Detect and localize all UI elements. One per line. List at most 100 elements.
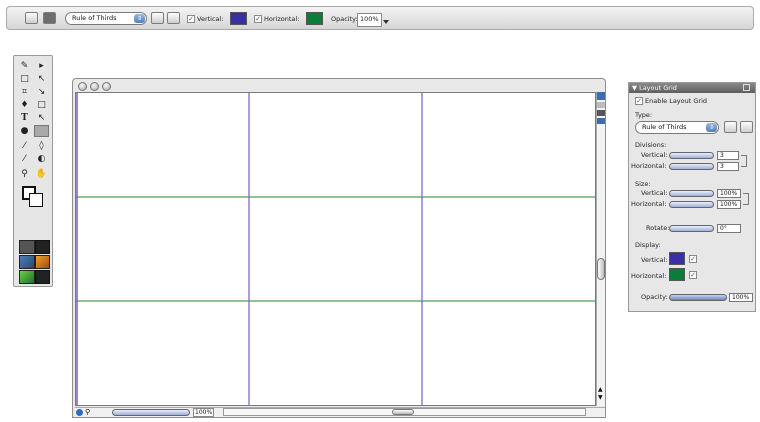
zoom-slider[interactable]: [112, 409, 190, 416]
enable-grid-checkbox[interactable]: ✓: [635, 97, 643, 105]
preset-select-value: Rule of Thirds: [72, 14, 117, 22]
panel-menu-icon[interactable]: [743, 84, 750, 91]
display-label: Display:: [635, 241, 661, 249]
display-vertical-checkbox[interactable]: ✓: [689, 255, 697, 263]
panel-opacity-slider[interactable]: [669, 294, 727, 301]
delete-preset-icon[interactable]: [167, 12, 180, 24]
size-vertical-label: Vertical:: [641, 189, 668, 197]
display-horizontal-checkbox[interactable]: ✓: [689, 271, 697, 279]
horizontal-scroll-thumb[interactable]: [392, 409, 414, 415]
opacity-label: Opacity:: [331, 15, 358, 23]
guides-toggle-icon[interactable]: [597, 110, 605, 116]
chevron-updown-icon: ⇕: [134, 14, 145, 23]
grid-options-icon[interactable]: [25, 12, 38, 24]
document-window: ▲ ▼ ⚲ 100%: [72, 78, 606, 418]
transform-tool-icon[interactable]: ↘: [34, 86, 49, 98]
vertical-scrollbar[interactable]: ▲ ▼: [596, 92, 605, 406]
eraser-tool-icon[interactable]: ◊: [34, 140, 49, 152]
size-horizontal-label: Horizontal:: [631, 200, 667, 208]
swap-colors-icon[interactable]: [35, 240, 50, 254]
eyedropper-tool-icon[interactable]: ⁄: [17, 153, 32, 165]
text-tool-icon[interactable]: T: [17, 112, 32, 124]
knife-tool-icon[interactable]: ♦: [17, 99, 32, 111]
close-window-icon[interactable]: [78, 82, 87, 91]
vertical-checkbox[interactable]: ✓: [187, 15, 195, 23]
save-preset-icon[interactable]: [151, 12, 164, 24]
horizontal-color-swatch[interactable]: [306, 12, 323, 25]
status-bar: ⚲ 100%: [75, 407, 605, 417]
display-vertical-swatch[interactable]: [669, 252, 685, 265]
divisions-horizontal-field[interactable]: 3: [717, 162, 739, 171]
rotate-slider[interactable]: [669, 225, 714, 232]
pen-tool-icon[interactable]: ✎: [17, 60, 32, 72]
fill-color-icon[interactable]: [29, 193, 43, 207]
rulers-icon[interactable]: [597, 118, 605, 124]
display-horizontal-swatch[interactable]: [669, 268, 685, 281]
opacity-field[interactable]: 100%: [357, 13, 382, 27]
enable-grid-label: Enable Layout Grid: [645, 97, 708, 105]
divisions-horizontal-label: Horizontal:: [631, 162, 667, 170]
presentation-mode-icon[interactable]: [35, 270, 50, 284]
remove-preset-icon[interactable]: [740, 121, 753, 133]
horizontal-scrollbar[interactable]: [223, 408, 586, 416]
zoom-field[interactable]: 100%: [193, 408, 215, 417]
display-vertical-label: Vertical:: [641, 256, 668, 264]
paint-bucket-tool-icon[interactable]: ◐: [34, 153, 49, 165]
add-preset-icon[interactable]: [724, 121, 737, 133]
brush-tool-icon[interactable]: ⁄: [17, 140, 32, 152]
zoom-window-icon[interactable]: [102, 82, 111, 91]
divisions-label: Divisions:: [635, 141, 667, 149]
navigator-icon[interactable]: [76, 409, 83, 416]
collapse-triangle-icon[interactable]: ▼: [632, 84, 637, 92]
size-vertical-field[interactable]: 100%: [717, 189, 741, 198]
pointer-tool-icon[interactable]: ↖: [34, 112, 49, 124]
zoom-tool-icon[interactable]: ⚲: [17, 168, 32, 180]
layout-grid-panel: ▼ Layout Grid ✓ Enable Layout Grid Type:…: [628, 82, 756, 312]
marquee-tool-icon[interactable]: □: [17, 73, 32, 85]
horizontal-checkbox[interactable]: ✓: [254, 15, 262, 23]
scroll-up-icon[interactable]: ▲: [598, 386, 603, 393]
rectangle-tool-icon[interactable]: □: [34, 99, 49, 111]
rotate-field[interactable]: 0°: [717, 224, 741, 233]
full-screen-icon[interactable]: [19, 270, 35, 284]
panel-title-bar[interactable]: ▼ Layout Grid: [629, 83, 755, 93]
divisions-horizontal-slider[interactable]: [669, 163, 714, 170]
lasso-tool-icon[interactable]: ↖: [34, 73, 49, 85]
crop-tool-icon[interactable]: ⌗: [17, 86, 32, 98]
hand-tool-icon[interactable]: ✋: [34, 168, 49, 180]
scroll-down-icon[interactable]: ▼: [598, 394, 603, 401]
size-horizontal-field[interactable]: 100%: [717, 200, 741, 209]
canvas[interactable]: [75, 92, 596, 406]
size-horizontal-slider[interactable]: [669, 201, 714, 208]
options-bar: Rule of Thirds ⇕ ✓ Vertical: ✓ Horizonta…: [6, 6, 754, 30]
grid-mode-icon[interactable]: [43, 12, 56, 24]
type-select[interactable]: Rule of Thirds ⇕: [635, 121, 719, 134]
standard-screen-icon[interactable]: [19, 255, 35, 269]
size-label: Size:: [635, 180, 651, 188]
horizontal-label: Horizontal:: [264, 15, 300, 23]
divisions-vertical-field[interactable]: 3: [717, 151, 739, 160]
type-label: Type:: [635, 111, 653, 119]
preset-select[interactable]: Rule of Thirds ⇕: [65, 12, 147, 25]
divisions-vertical-label: Vertical:: [641, 151, 668, 159]
layout-grid-tool-icon[interactable]: [34, 125, 49, 137]
size-vertical-slider[interactable]: [669, 190, 714, 197]
vertical-scroll-thumb[interactable]: [597, 258, 605, 280]
divisions-link-icon[interactable]: [741, 155, 747, 167]
chevron-updown-icon: ⇕: [706, 123, 717, 132]
panel-opacity-field[interactable]: 100%: [729, 293, 753, 302]
magic-wand-tool-icon[interactable]: ●: [17, 125, 32, 137]
ruler-toggle-icon[interactable]: [597, 92, 605, 100]
zoom-magnifier-icon[interactable]: ⚲: [85, 408, 90, 416]
quick-mask-icon[interactable]: [35, 255, 50, 269]
minimize-window-icon[interactable]: [90, 82, 99, 91]
tools-palette: ✎ ▸ □ ↖ ⌗ ↘ ♦ □ T ↖ ● ⁄ ◊ ⁄ ◐ ⚲ ✋: [13, 55, 53, 287]
size-link-icon[interactable]: [743, 193, 749, 205]
opacity-popup-arrow-icon[interactable]: [383, 20, 389, 24]
subselect-tool-icon[interactable]: ▸: [34, 60, 49, 72]
default-colors-icon[interactable]: [19, 240, 35, 254]
vertical-color-swatch[interactable]: [230, 12, 247, 25]
panel-opacity-label: Opacity:: [641, 293, 668, 301]
grid-toggle-icon[interactable]: [597, 102, 605, 108]
divisions-vertical-slider[interactable]: [669, 152, 714, 159]
